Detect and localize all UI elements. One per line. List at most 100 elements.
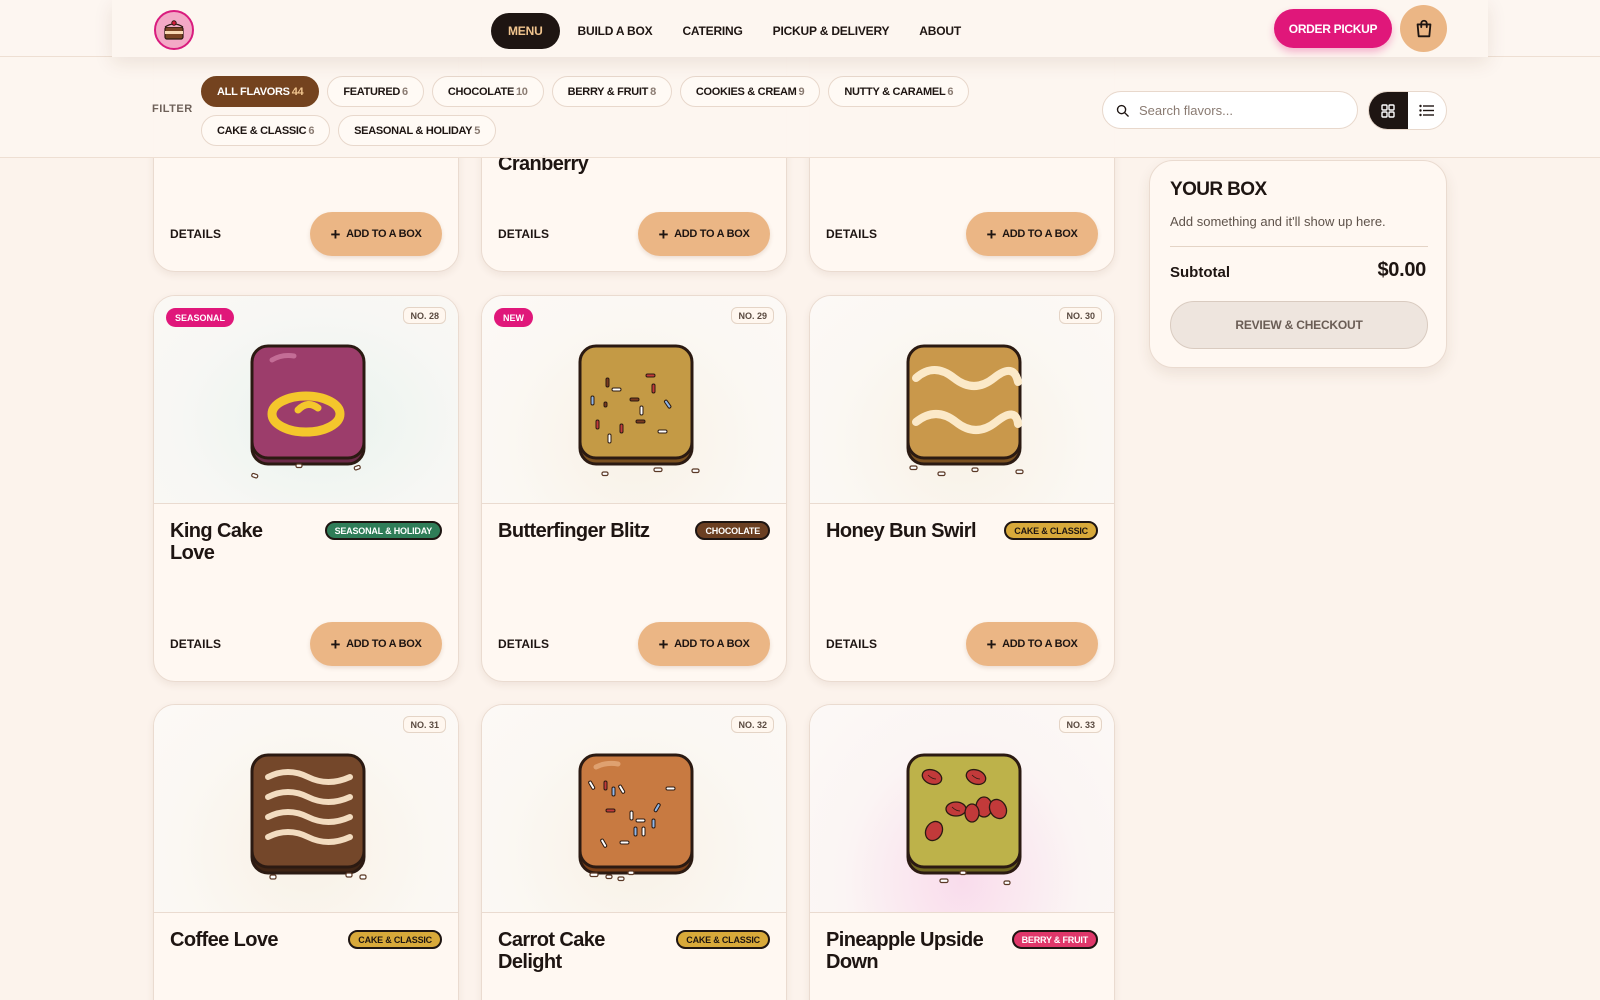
chip-count: 6 [308, 124, 315, 137]
product-image: SEASONAL NO. 28 [154, 296, 458, 504]
nav-pickup-delivery[interactable]: PICKUP & DELIVERY [761, 13, 902, 49]
add-label: ADD TO A BOX [674, 638, 750, 650]
chip-count: 5 [474, 124, 481, 137]
chip-berry-fruit[interactable]: BERRY & FRUIT 8 [551, 76, 672, 107]
chip-label: FEATURED [343, 85, 400, 98]
nav-catering[interactable]: CATERING [670, 13, 754, 49]
top-navigation-bar: MENU BUILD A BOX CATERING PICKUP & DELIV… [0, 0, 1600, 57]
details-link[interactable]: DETAILS [170, 227, 221, 241]
cart-button[interactable] [1400, 5, 1447, 52]
cake-logo-icon [164, 20, 184, 40]
product-name: Honey Bun Swirl [826, 520, 977, 542]
search-box [1102, 91, 1358, 129]
product-image: NO. 30 [810, 296, 1114, 504]
chip-label: CAKE & CLASSIC [217, 124, 307, 137]
divider [1170, 246, 1428, 247]
category-badge: CAKE & CLASSIC [348, 930, 442, 949]
product-card[interactable]: NEW NO. 29 Butterfinger Blitz CHOCOLATE … [481, 295, 787, 682]
plus-icon: + [330, 224, 341, 244]
chip-nutty-caramel[interactable]: NUTTY & CARAMEL 6 [828, 76, 970, 107]
butterfinger-treat-icon [578, 344, 700, 477]
add-label: ADD TO A BOX [1002, 638, 1078, 650]
product-image: NO. 31 [154, 705, 458, 913]
chip-seasonal-holiday[interactable]: SEASONAL & HOLIDAY 5 [338, 115, 497, 146]
chip-label: SEASONAL & HOLIDAY [354, 124, 473, 137]
list-icon [1419, 104, 1435, 117]
chip-label: ALL FLAVORS [217, 85, 290, 98]
chip-count: 8 [650, 85, 656, 98]
chip-count: 44 [291, 85, 304, 98]
details-link[interactable]: DETAILS [498, 227, 549, 241]
product-image: NO. 33 [810, 705, 1114, 913]
view-toggle [1368, 91, 1447, 130]
details-link[interactable]: DETAILS [170, 637, 221, 651]
nav-build-a-box[interactable]: BUILD A BOX [566, 13, 665, 49]
chip-label: COOKIES & CREAM [695, 85, 797, 98]
product-number: NO. 32 [731, 716, 774, 733]
product-name: King Cake Love [170, 520, 263, 564]
add-to-box-button[interactable]: + ADD TO A BOX [310, 622, 442, 666]
add-label: ADD TO A BOX [1002, 228, 1078, 240]
subtotal-label: Subtotal [1170, 264, 1230, 281]
pineapple-treat-icon [906, 753, 1022, 886]
nav-menu[interactable]: MENU [491, 13, 560, 49]
product-number: NO. 29 [731, 307, 774, 324]
add-to-box-button[interactable]: + ADD TO A BOX [966, 622, 1098, 666]
add-to-box-button[interactable]: + ADD TO A BOX [966, 212, 1098, 256]
chip-featured[interactable]: FEATURED 6 [327, 76, 424, 107]
product-card[interactable]: NO. 31 Coffee Love CAKE & CLASSIC [153, 704, 459, 1000]
honey-bun-treat-icon [906, 344, 1024, 477]
plus-icon: + [986, 634, 997, 654]
chip-label: CHOCOLATE [447, 85, 514, 98]
add-to-box-button[interactable]: + ADD TO A BOX [638, 622, 770, 666]
details-link[interactable]: DETAILS [498, 637, 549, 651]
details-link[interactable]: DETAILS [826, 227, 877, 241]
category-badge: SEASONAL & HOLIDAY [324, 521, 442, 540]
chip-count: 10 [515, 85, 528, 98]
seasonal-badge: SEASONAL [166, 308, 235, 327]
coffee-treat-icon [250, 753, 367, 880]
shopping-bag-icon [1416, 19, 1431, 37]
chip-all-flavors[interactable]: ALL FLAVORS 44 [201, 76, 320, 107]
search-icon [1116, 104, 1129, 117]
review-checkout-button[interactable]: REVIEW & CHECKOUT [1170, 301, 1428, 349]
add-to-box-button[interactable]: + ADD TO A BOX [310, 212, 442, 256]
grid-view-button[interactable] [1369, 92, 1408, 129]
product-card[interactable]: NO. 30 Honey Bun Swirl CAKE & CLASSIC DE… [809, 295, 1115, 682]
king-cake-treat-icon [250, 344, 366, 479]
your-box-panel: YOUR BOX Add something and it'll show up… [1149, 160, 1447, 368]
product-image: NO. 32 [482, 705, 786, 913]
subtotal-value: $0.00 [1377, 259, 1426, 281]
category-badge: BERRY & FRUIT [1011, 930, 1098, 949]
chip-chocolate[interactable]: CHOCOLATE 10 [431, 76, 544, 107]
add-label: ADD TO A BOX [674, 228, 750, 240]
product-card[interactable]: SEASONAL NO. 28 King Cake Love SEASONAL … [153, 295, 459, 682]
nav-about[interactable]: ABOUT [907, 13, 973, 49]
chip-cake-classic[interactable]: CAKE & CLASSIC 6 [201, 115, 331, 146]
product-name: Pineapple Upside Down [826, 929, 984, 973]
product-number: NO. 33 [1059, 716, 1102, 733]
add-label: ADD TO A BOX [346, 638, 422, 650]
brand-logo[interactable] [154, 10, 194, 50]
product-card[interactable]: NO. 33 Pineapple Upside Down BERRY & FRU… [809, 704, 1115, 1000]
product-number: NO. 28 [403, 307, 446, 324]
main-nav: MENU BUILD A BOX CATERING PICKUP & DELIV… [491, 13, 973, 49]
chip-label: BERRY & FRUIT [567, 85, 649, 98]
plus-icon: + [330, 634, 341, 654]
plus-icon: + [986, 224, 997, 244]
product-image: NEW NO. 29 [482, 296, 786, 504]
search-input[interactable] [1139, 102, 1339, 118]
chip-count: 9 [798, 85, 805, 98]
box-empty-message: Add something and it'll show up here. [1170, 214, 1386, 229]
product-card[interactable]: NO. 32 Carrot Cake Delight CAKE & CLASSI… [481, 704, 787, 1000]
product-name: Carrot Cake Delight [498, 929, 605, 973]
list-view-button[interactable] [1408, 92, 1447, 129]
carrot-cake-treat-icon [578, 753, 694, 882]
filter-bar: FILTER ALL FLAVORS 44 FEATURED 6 CHOCOLA… [0, 57, 1600, 158]
details-link[interactable]: DETAILS [826, 637, 877, 651]
new-badge: NEW [494, 308, 533, 327]
box-title: YOUR BOX [1170, 179, 1267, 200]
order-pickup-button[interactable]: ORDER PICKUP [1274, 9, 1392, 48]
add-to-box-button[interactable]: + ADD TO A BOX [638, 212, 770, 256]
chip-cookies-cream[interactable]: COOKIES & CREAM 9 [679, 76, 821, 107]
